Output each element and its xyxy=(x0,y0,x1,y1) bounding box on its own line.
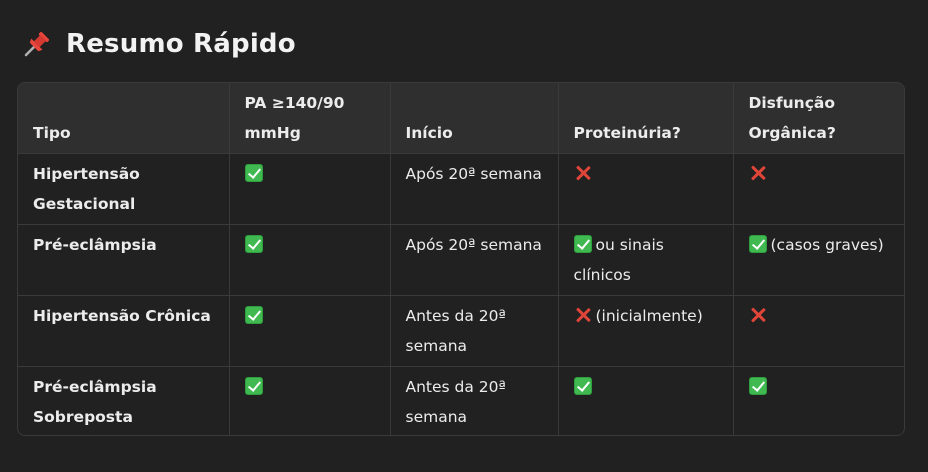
check-icon xyxy=(748,377,767,395)
cell-inicio: Após 20ª semana xyxy=(390,224,559,296)
table-row: Hipertensão Crônica Antes da 20ª semana … xyxy=(18,295,904,367)
check-icon xyxy=(244,377,263,395)
page: Resumo Rápido Tipo PA ≥140/90 mmHg Iníci… xyxy=(0,0,928,472)
cell-tipo: Pré-eclâmpsia xyxy=(18,224,230,296)
check-icon xyxy=(244,306,263,324)
cell-disfuncao xyxy=(733,153,904,225)
cell-inicio: Antes da 20ª semana xyxy=(390,295,559,367)
cross-icon xyxy=(749,306,767,324)
section-heading: Resumo Rápido xyxy=(22,26,296,62)
proteinuria-note: (inicialmente) xyxy=(595,307,703,325)
header-pa: PA ≥140/90 mmHg xyxy=(229,83,391,154)
cross-icon xyxy=(749,164,767,182)
cell-tipo: Hipertensão Gestacional xyxy=(18,153,230,225)
check-icon xyxy=(573,235,592,253)
table-header-row: Tipo PA ≥140/90 mmHg Início Proteinúria?… xyxy=(18,83,904,154)
cell-tipo: Hipertensão Crônica xyxy=(18,295,230,367)
check-icon xyxy=(244,164,263,182)
cell-disfuncao: (casos graves) xyxy=(733,224,904,296)
cell-pa xyxy=(229,295,391,367)
cell-inicio: Após 20ª semana xyxy=(390,153,559,225)
section-title: Resumo Rápido xyxy=(66,29,296,59)
cell-disfuncao xyxy=(733,295,904,367)
check-icon xyxy=(748,235,767,253)
pushpin-icon xyxy=(22,29,52,59)
cell-tipo: Pré-eclâmpsia Sobreposta xyxy=(18,366,230,435)
cell-disfuncao xyxy=(733,367,904,436)
header-proteinuria: Proteinúria? xyxy=(558,83,734,154)
table-row: Pré-eclâmpsia Após 20ª semana ou sinais … xyxy=(18,224,904,296)
check-icon xyxy=(244,235,263,253)
cell-inicio: Antes da 20ª semana xyxy=(390,366,559,435)
cell-pa xyxy=(229,153,391,225)
cell-pa xyxy=(229,224,391,296)
cell-proteinuria: ou sinais clínicos xyxy=(558,224,734,296)
cross-icon xyxy=(574,306,592,324)
header-inicio: Início xyxy=(390,83,559,154)
cell-proteinuria: (inicialmente) xyxy=(558,295,734,367)
cell-proteinuria xyxy=(558,366,734,435)
table-row: Pré-eclâmpsia Sobreposta Antes da 20ª se… xyxy=(18,366,904,436)
summary-table: Tipo PA ≥140/90 mmHg Início Proteinúria?… xyxy=(17,82,905,436)
disfuncao-note: (casos graves) xyxy=(770,236,884,254)
header-tipo: Tipo xyxy=(18,83,230,154)
cell-proteinuria xyxy=(558,153,734,225)
check-icon xyxy=(573,377,592,395)
cell-pa xyxy=(229,366,391,435)
table-row: Hipertensão Gestacional Após 20ª semana xyxy=(18,153,904,225)
cross-icon xyxy=(574,164,592,182)
header-disfuncao: Disfunção Orgânica? xyxy=(733,83,904,154)
